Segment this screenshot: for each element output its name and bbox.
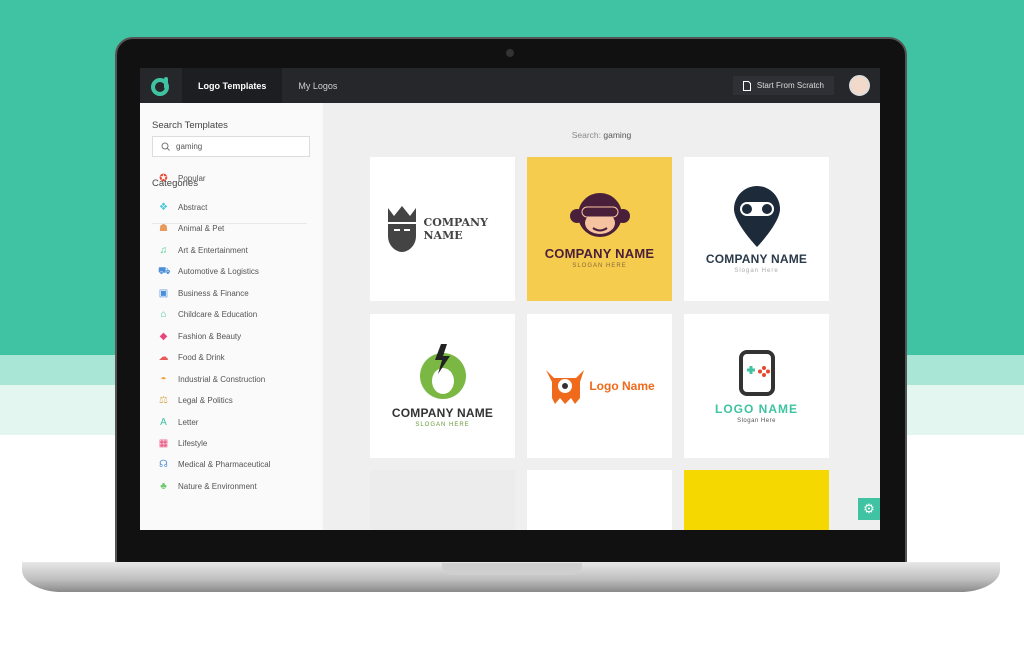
logo-template-tile[interactable]: COMPANY NAME SLOGAN HERE xyxy=(370,314,515,458)
logo-template-tile[interactable] xyxy=(684,470,829,530)
monster-icon xyxy=(546,370,585,404)
start-from-scratch-label: Start From Scratch xyxy=(756,81,824,90)
category-label: Nature & Environment xyxy=(178,482,257,491)
logo-template-tile[interactable] xyxy=(370,470,515,530)
top-nav: Logo Templates My Logos Start From Scrat… xyxy=(140,68,880,103)
tab-my-logos[interactable]: My Logos xyxy=(282,68,353,103)
settings-gear-button[interactable]: ⚙ xyxy=(858,498,880,520)
logo-template-tile[interactable]: Logo Name xyxy=(527,314,672,458)
abstract-icon: ❖ xyxy=(159,202,168,213)
category-label: Automotive & Logistics xyxy=(178,267,259,276)
king-icon xyxy=(387,206,416,252)
avatar[interactable] xyxy=(849,75,870,96)
diamond-icon: ◆ xyxy=(159,331,168,342)
letter-icon: A xyxy=(160,417,167,428)
logo-template-tile[interactable]: COMPANY NAME SLOGAN HERE xyxy=(527,157,672,301)
category-label: Food & Drink xyxy=(178,353,225,362)
music-note-icon: ♫ xyxy=(159,245,168,256)
logo-template-tile[interactable]: COMPANY NAME xyxy=(370,157,515,301)
category-label: Lifestyle xyxy=(178,439,208,448)
logo-template-tile[interactable]: LOGO NAME Slogan Here xyxy=(684,314,829,458)
logo-name: LOGO NAME xyxy=(715,402,798,416)
gift-icon: ▦ xyxy=(158,438,169,449)
scales-icon: ⚖ xyxy=(159,395,168,406)
app-logo[interactable] xyxy=(140,68,182,103)
laptop-notch xyxy=(442,563,582,575)
logo-name: Logo Name xyxy=(589,379,655,393)
chef-hat-icon: ☁ xyxy=(158,352,169,363)
app-window: Logo Templates My Logos Start From Scrat… xyxy=(140,68,880,530)
category-item[interactable]: ◆ Fashion & Beauty xyxy=(158,331,242,342)
category-label: Childcare & Education xyxy=(178,310,258,319)
search-input[interactable]: gaming xyxy=(152,136,310,157)
webcam xyxy=(506,49,514,57)
monkey-gamer-icon xyxy=(569,192,630,237)
start-from-scratch-button[interactable]: Start From Scratch xyxy=(732,76,834,95)
tab-logo-templates[interactable]: Logo Templates xyxy=(182,68,283,103)
category-item[interactable]: ☊ Medical & Pharmaceutical xyxy=(158,459,270,470)
logo-template-tile[interactable] xyxy=(527,470,672,530)
category-label: Fashion & Beauty xyxy=(178,332,242,341)
category-label: Industrial & Construction xyxy=(178,375,266,384)
company-name: COMPANY NAME xyxy=(391,406,494,420)
category-item[interactable]: ♫ Art & Entertainment xyxy=(158,245,248,256)
slogan: SLOGAN HERE xyxy=(415,422,470,428)
slogan: SLOGAN HERE xyxy=(572,262,627,269)
search-result-title: Search: gaming xyxy=(571,130,632,140)
category-item[interactable]: ♣ Nature & Environment xyxy=(158,481,257,492)
category-item[interactable]: ▦ Lifestyle xyxy=(158,438,208,449)
category-label: Legal & Politics xyxy=(178,396,233,405)
document-icon xyxy=(742,80,751,91)
category-item[interactable]: ◓ Industrial & Construction xyxy=(158,374,265,385)
search-heading: Search Templates xyxy=(152,120,228,131)
car-icon: ⛟ xyxy=(158,266,171,277)
search-value: gaming xyxy=(176,142,203,151)
logo-template-tile[interactable]: COMPANY NAME Slogan Here xyxy=(684,157,829,301)
category-item[interactable]: ⚖ Legal & Politics xyxy=(158,395,233,406)
category-label: Medical & Pharmaceutical xyxy=(178,460,271,469)
category-item[interactable]: ▣ Business & Finance xyxy=(158,288,249,299)
slogan: Slogan Here xyxy=(737,418,776,424)
category-label: Popular xyxy=(178,174,206,183)
category-item[interactable]: ⛟ Automotive & Logistics xyxy=(158,266,259,277)
category-label: Animal & Pet xyxy=(178,224,225,233)
search-icon xyxy=(161,142,170,151)
category-label: Letter xyxy=(178,418,199,427)
company-name: COMPANY NAME xyxy=(544,245,655,261)
category-label: Abstract xyxy=(178,203,208,212)
category-item[interactable]: A Letter xyxy=(158,417,198,428)
gamepad-pin-icon xyxy=(733,186,780,247)
gamepad-hands-icon xyxy=(738,350,775,396)
tree-icon: ♣ xyxy=(160,481,167,492)
briefcase-icon: ▣ xyxy=(158,288,169,299)
category-item[interactable]: ✪ Popular xyxy=(158,173,206,184)
company-name: COMPANY NAME xyxy=(705,252,808,266)
sidebar: Search Templates gaming Categories ✪ Popu… xyxy=(140,103,323,530)
star-icon: ✪ xyxy=(159,173,168,184)
category-item[interactable]: ⌂ Childcare & Education xyxy=(158,309,257,320)
paw-icon: ☗ xyxy=(159,223,168,234)
stethoscope-icon: ☊ xyxy=(159,459,168,470)
company-name: COMPANY NAME xyxy=(423,216,488,242)
graduation-cap-icon: ⌂ xyxy=(160,309,167,320)
helmet-icon: ◓ xyxy=(160,374,167,385)
category-item[interactable]: ☁ Food & Drink xyxy=(158,352,225,363)
alien-lightning-icon xyxy=(419,344,466,399)
category-item[interactable]: ☗ Animal & Pet xyxy=(158,223,224,234)
category-label: Business & Finance xyxy=(178,289,249,298)
category-item[interactable]: ❖ Abstract xyxy=(158,202,207,213)
slogan: Slogan Here xyxy=(734,268,779,274)
category-label: Art & Entertainment xyxy=(178,246,248,255)
